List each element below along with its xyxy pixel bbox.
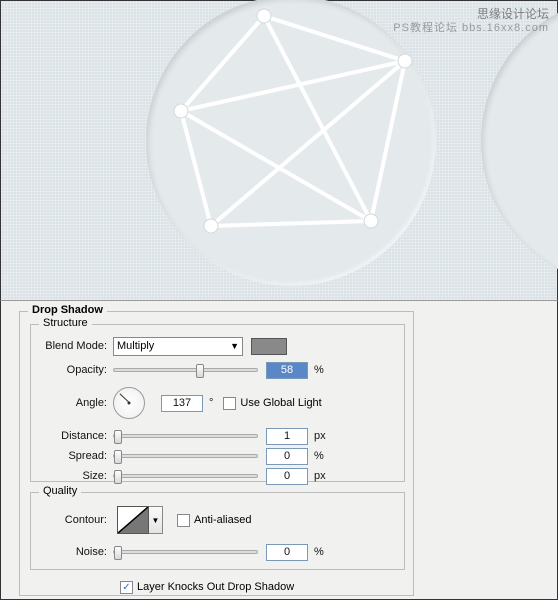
knockout-label: Layer Knocks Out Drop Shadow — [137, 581, 294, 593]
drop-shadow-group: Drop Shadow Structure Blend Mode: Multip… — [19, 311, 414, 596]
distance-slider[interactable] — [113, 434, 258, 438]
contour-dropdown-arrow[interactable]: ▼ — [149, 506, 163, 534]
structure-group: Structure Blend Mode: Multiply ▼ Opacity… — [30, 324, 405, 482]
size-slider-thumb[interactable] — [114, 470, 122, 484]
global-light-checkbox[interactable] — [223, 397, 236, 410]
design-canvas: 思缘设计论坛 PS教程论坛 bbs.16xx8.com — [0, 0, 558, 300]
size-slider[interactable] — [113, 474, 258, 478]
opacity-slider-thumb[interactable] — [196, 364, 204, 378]
spread-slider-thumb[interactable] — [114, 450, 122, 464]
contour-label: Contour: — [37, 514, 107, 526]
circle-shape-2 — [481, 0, 558, 286]
global-light-label: Use Global Light — [240, 397, 321, 409]
noise-label: Noise: — [37, 546, 107, 558]
angle-dial-center — [128, 402, 131, 405]
quality-legend: Quality — [39, 485, 81, 497]
structure-legend: Structure — [39, 317, 92, 329]
noise-slider-thumb[interactable] — [114, 546, 122, 560]
noise-input[interactable]: 0 — [266, 544, 308, 561]
distance-slider-thumb[interactable] — [114, 430, 122, 444]
distance-unit: px — [314, 430, 326, 442]
contour-picker[interactable] — [117, 506, 149, 534]
opacity-unit: % — [314, 364, 324, 376]
panel-title: Drop Shadow — [28, 304, 107, 316]
noise-slider[interactable] — [113, 550, 258, 554]
noise-unit: % — [314, 546, 324, 558]
size-unit: px — [314, 470, 326, 482]
spread-unit: % — [314, 450, 324, 462]
distance-label: Distance: — [37, 430, 107, 442]
knockout-checkbox[interactable]: ✓ — [120, 581, 133, 594]
quality-group: Quality Contour: ▼ Anti-aliased Noise: 0… — [30, 492, 405, 570]
blend-mode-select[interactable]: Multiply ▼ — [113, 337, 243, 356]
size-label: Size: — [37, 470, 107, 482]
network-lines — [151, 1, 451, 261]
opacity-label: Opacity: — [37, 364, 107, 376]
chevron-down-icon: ▼ — [230, 341, 239, 351]
anti-aliased-checkbox[interactable] — [177, 514, 190, 527]
angle-label: Angle: — [37, 397, 107, 409]
opacity-slider[interactable] — [113, 368, 258, 372]
blend-mode-label: Blend Mode: — [37, 340, 107, 352]
spread-input[interactable]: 0 — [266, 448, 308, 465]
blend-mode-value: Multiply — [117, 340, 154, 352]
layer-style-panel: Drop Shadow Structure Blend Mode: Multip… — [0, 300, 558, 600]
angle-dial[interactable] — [113, 387, 145, 419]
angle-unit: ° — [209, 397, 213, 409]
watermark-text-2: PS教程论坛 bbs.16xx8.com — [393, 19, 549, 35]
spread-label: Spread: — [37, 450, 107, 462]
anti-aliased-label: Anti-aliased — [194, 514, 251, 526]
distance-input[interactable]: 1 — [266, 428, 308, 445]
opacity-input[interactable]: 58 — [266, 362, 308, 379]
shadow-color-swatch[interactable] — [251, 338, 287, 355]
angle-input[interactable]: 137 — [161, 395, 203, 412]
spread-slider[interactable] — [113, 454, 258, 458]
size-input[interactable]: 0 — [266, 468, 308, 485]
